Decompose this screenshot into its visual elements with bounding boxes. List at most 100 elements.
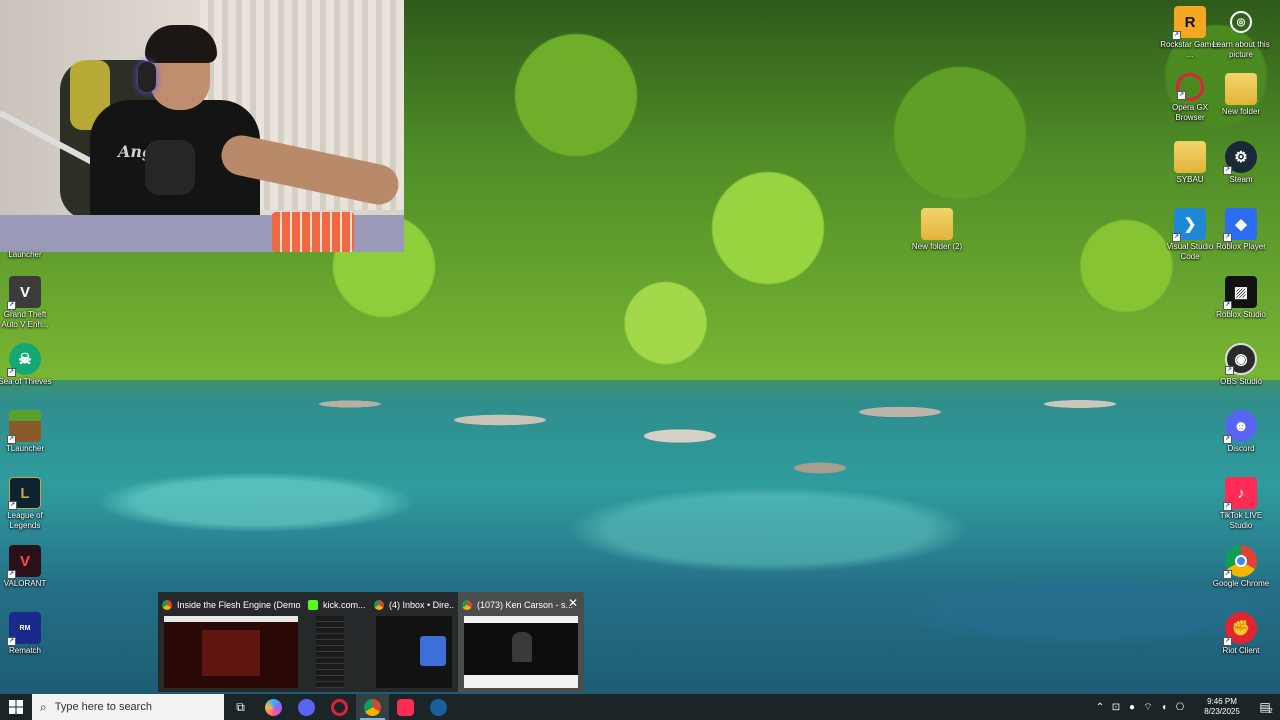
window-preview[interactable]: (4) Inbox • Dire... xyxy=(370,592,458,692)
webcam-overlay: Angels xyxy=(0,0,404,252)
copilot-icon xyxy=(265,698,282,716)
window-preview[interactable]: Inside the Flesh Engine (Demo ... xyxy=(158,592,304,692)
webcam-headphone xyxy=(138,62,156,92)
chrome-icon xyxy=(462,600,472,610)
desktop-icon-sea-of-thieves[interactable]: ☠ ↗ Sea of Thieves xyxy=(0,343,55,387)
roblox-player-icon: ◆ ↗ xyxy=(1223,208,1257,242)
desktop-icon-valorant[interactable]: V ↗ VALORANT xyxy=(0,545,55,589)
folder-icon xyxy=(921,208,953,240)
preview-thumbnail xyxy=(376,616,452,688)
taskbar-chrome[interactable] xyxy=(356,694,389,720)
language-icon[interactable]: ⎔ xyxy=(1172,702,1188,713)
discord-icon xyxy=(298,698,315,716)
roblox-studio-icon: ▨ ↗ xyxy=(1223,276,1257,310)
gta-v-icon: V ↗ xyxy=(7,276,41,310)
discord-icon: ☻ ↗ xyxy=(1223,410,1257,444)
window-preview[interactable]: kick.com... xyxy=(304,592,370,692)
chrome-icon xyxy=(374,600,384,610)
close-icon[interactable]: ✕ xyxy=(568,596,578,610)
vscode-icon: ❯ ↗ xyxy=(1172,208,1206,242)
desktop-icon-label: Launcher xyxy=(8,250,42,259)
task-view-button[interactable]: ⧉ xyxy=(224,694,257,720)
desktop-icon-label: VALORANT xyxy=(3,579,47,588)
wallpaper-rocks xyxy=(200,340,1200,500)
desktop-icon-riot-client[interactable]: ✊ ↗ Riot Client xyxy=(1211,612,1271,656)
preview-title: kick.com... xyxy=(323,600,366,610)
desktop-icon-league-of-legends[interactable]: L ↗ League of Legends xyxy=(0,477,55,531)
chevron-up-icon[interactable]: ⌃ xyxy=(1092,702,1108,713)
clock-time: 9:46 PM xyxy=(1207,697,1237,706)
camera-icon: ◎ xyxy=(1230,11,1252,33)
preview-thumbnail xyxy=(464,616,578,688)
preview-title: (4) Inbox • Dire... xyxy=(389,600,454,610)
network-adapter-icon[interactable]: ⊡ xyxy=(1108,702,1124,713)
desktop-icon-obs-studio[interactable]: ◉ ↗ OBS Studio xyxy=(1211,343,1271,387)
desktop-icon-label: Discord xyxy=(1227,444,1255,453)
desktop-icon-gta-v[interactable]: V ↗ Grand Theft Auto V Enh... xyxy=(0,276,55,330)
desktop-icon-label: Sea of Thieves xyxy=(0,377,52,386)
webcam-hair xyxy=(145,25,217,63)
desktop-icon-label: Steam xyxy=(1229,175,1253,184)
opera-gx-icon xyxy=(331,698,348,716)
desktop-icon-label: Riot Client xyxy=(1222,646,1260,655)
tiktok-icon xyxy=(397,698,414,716)
taskbar-copilot[interactable] xyxy=(257,694,290,720)
preview-thumbnail xyxy=(164,616,298,688)
desktop-icon-label: Rematch xyxy=(8,646,41,655)
desktop-icon-label: New folder (2) xyxy=(911,242,963,251)
rematch-icon: RM ↗ xyxy=(7,612,41,646)
desktop-icon-roblox-studio[interactable]: ▨ ↗ Roblox Studio xyxy=(1211,276,1271,320)
desktop-icon-label: Grand Theft Auto V Enh... xyxy=(1,310,49,329)
desktop-icon-new-folder-2[interactable]: New folder (2) xyxy=(907,208,967,252)
taskbar-steam[interactable] xyxy=(422,694,455,720)
webcam-keyboard xyxy=(272,212,354,252)
desktop-icon-steam[interactable]: ⚙ ↗ Steam xyxy=(1211,141,1271,185)
desktop-icon-label: Roblox Player xyxy=(1216,242,1266,251)
desktop-icon-tlauncher[interactable]: ↗ TLauncher xyxy=(0,410,55,454)
desktop-icon-roblox-player[interactable]: ◆ ↗ Roblox Player xyxy=(1211,208,1271,252)
webcam-microphone xyxy=(145,140,195,195)
tiktok-icon: ♪ ↗ xyxy=(1223,477,1257,511)
desktop-icon-new-folder[interactable]: New folder xyxy=(1211,73,1271,117)
riot-client-icon: ✊ ↗ xyxy=(1223,612,1257,646)
desktop-icon-label: OBS Studio xyxy=(1220,377,1262,386)
desktop-icon-launcher[interactable]: Launcher xyxy=(0,248,55,260)
taskbar-search[interactable]: ⌕ xyxy=(32,694,224,720)
desktop-icon-learn-about-picture[interactable]: ◎ Learn about this picture xyxy=(1211,6,1271,60)
windows-icon xyxy=(9,700,23,714)
desktop-icon-label: Google Chrome xyxy=(1212,579,1270,588)
desktop-icon-rematch[interactable]: RM ↗ Rematch xyxy=(0,612,55,656)
taskbar: ⌕ ⧉ ⌃ ⊡ ● ⌔ ◖ ⎔ 9:46 PM 8/23/2025 ▤ 2 xyxy=(0,694,1280,720)
volume-icon[interactable]: ◖ xyxy=(1156,702,1172,713)
search-input[interactable] xyxy=(54,701,205,713)
clock[interactable]: 9:46 PM 8/23/2025 xyxy=(1192,697,1252,717)
kick-icon xyxy=(308,600,318,610)
desktop-icon-discord[interactable]: ☻ ↗ Discord xyxy=(1211,410,1271,454)
taskbar-tiktok-live[interactable] xyxy=(389,694,422,720)
steam-icon xyxy=(430,698,447,716)
valorant-icon: V ↗ xyxy=(7,545,41,579)
desktop-icon-label: SYBAU xyxy=(1176,175,1204,184)
preview-thumbnail xyxy=(316,616,344,688)
microphone-icon[interactable]: ● xyxy=(1124,702,1140,713)
preview-title: Inside the Flesh Engine (Demo ... xyxy=(177,600,300,610)
desktop-icon-tiktok-live-studio[interactable]: ♪ ↗ TikTok LIVE Studio xyxy=(1211,477,1271,531)
start-button[interactable] xyxy=(0,694,32,720)
preview-title: (1073) Ken Carson - s... xyxy=(477,600,574,610)
system-tray: ⌃ ⊡ ● ⌔ ◖ ⎔ 9:46 PM 8/23/2025 ▤ 2 xyxy=(1092,694,1280,720)
taskbar-discord[interactable] xyxy=(290,694,323,720)
desktop-icon-label: New folder xyxy=(1221,107,1261,116)
desktop-icon-label: League of Legends xyxy=(7,511,43,530)
sea-of-thieves-icon: ☠ ↗ xyxy=(7,343,41,377)
chrome-icon xyxy=(162,600,172,610)
notification-center-button[interactable]: ▤ 2 xyxy=(1252,694,1280,720)
search-icon: ⌕ xyxy=(40,699,47,714)
window-preview-active[interactable]: (1073) Ken Carson - s... ✕ xyxy=(458,592,584,692)
taskbar-opera-gx[interactable] xyxy=(323,694,356,720)
desktop-icon-google-chrome[interactable]: ↗ Google Chrome xyxy=(1211,545,1271,589)
desktop-icon-label: TikTok LIVE Studio xyxy=(1219,511,1263,530)
steam-icon: ⚙ ↗ xyxy=(1223,141,1257,175)
rockstar-icon: R ↗ xyxy=(1172,6,1206,40)
wifi-icon[interactable]: ⌔ xyxy=(1140,701,1156,714)
desktop-icon-label: Roblox Studio xyxy=(1216,310,1266,319)
